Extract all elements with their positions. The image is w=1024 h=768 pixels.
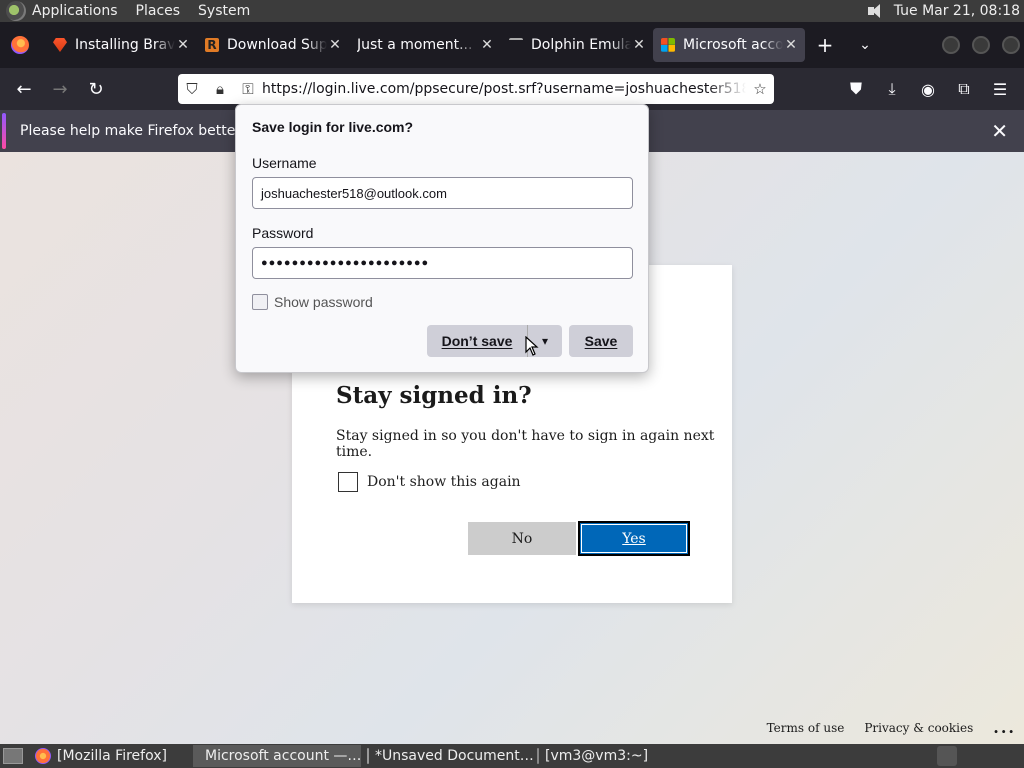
- privacy-cookies-link[interactable]: Privacy & cookies: [864, 721, 973, 735]
- tab-close-icon[interactable]: ✕: [327, 37, 343, 53]
- tab-title: Microsoft accou: [683, 37, 783, 53]
- username-value[interactable]: joshuachester518@outlook.com: [261, 186, 447, 201]
- taskbar-item-microsoft-account[interactable]: Microsoft account —…: [193, 745, 361, 767]
- clock[interactable]: Tue Mar 21, 08:18: [894, 3, 1020, 19]
- save-login-popup: Save login for live.com? Username joshua…: [235, 104, 649, 373]
- back-arrow-icon[interactable]: ←: [6, 79, 42, 100]
- dont-show-again-label[interactable]: Don't show this again: [367, 474, 521, 490]
- shield-icon[interactable]: ⛉: [178, 80, 206, 98]
- menu-applications[interactable]: Applications: [32, 3, 118, 19]
- save-button[interactable]: Save: [569, 325, 633, 357]
- tab-title: Installing Brave: [75, 37, 175, 53]
- tab-close-icon[interactable]: ✕: [631, 37, 647, 53]
- tab-close-icon[interactable]: ✕: [783, 37, 799, 53]
- page-footer: Terms of use Privacy & cookies ...: [767, 718, 1016, 737]
- taskbar-item-text-editor[interactable]: *Unsaved Document…: [361, 745, 534, 767]
- dont-save-button[interactable]: Don’t save ▾: [427, 325, 562, 357]
- taskbar: [Mozilla Firefox] Microsoft account —… *…: [0, 744, 1024, 768]
- terminal-icon: [537, 748, 539, 764]
- terms-of-use-link[interactable]: Terms of use: [767, 721, 845, 735]
- tab-just-a-moment[interactable]: Just a moment... ✕: [349, 28, 501, 62]
- tab-title: Download Super: [227, 37, 327, 53]
- firefox-icon[interactable]: [11, 36, 29, 54]
- reload-icon[interactable]: ↻: [78, 79, 114, 100]
- show-password-row[interactable]: Show password: [252, 294, 373, 310]
- card-description: Stay signed in so you don't have to sign…: [336, 428, 715, 460]
- close-window-icon[interactable]: [1002, 36, 1020, 54]
- taskbar-item-terminal[interactable]: [vm3@vm3:~]: [531, 745, 651, 767]
- forward-arrow-icon[interactable]: →: [42, 79, 78, 100]
- tab-dolphin-emulator[interactable]: Dolphin Emulato ✕: [501, 28, 653, 62]
- new-tab-plus-icon[interactable]: +: [805, 33, 845, 57]
- brave-icon: [53, 38, 67, 52]
- tab-close-icon[interactable]: ✕: [479, 37, 495, 53]
- menu-places[interactable]: Places: [136, 3, 181, 19]
- tab-download-super[interactable]: R Download Super ✕: [197, 28, 349, 62]
- bookmark-star-icon[interactable]: ☆: [746, 80, 774, 98]
- mouse-cursor-icon: [525, 336, 539, 356]
- dont-save-label[interactable]: Don’t save: [427, 333, 527, 349]
- key-icon[interactable]: ⚿: [234, 80, 262, 98]
- tab-bar: Installing Brave ✕ R Download Super ✕ Ju…: [0, 22, 1024, 68]
- taskbar-label: [vm3@vm3:~]: [545, 748, 649, 764]
- url-text[interactable]: https://login.live.com/ppsecure/post.srf…: [262, 81, 746, 97]
- show-password-label[interactable]: Show password: [274, 294, 373, 310]
- firefox-tray-icon[interactable]: [937, 746, 957, 766]
- dont-show-again-checkbox[interactable]: [338, 472, 358, 492]
- show-desktop-icon[interactable]: [3, 748, 23, 764]
- username-label: Username: [252, 155, 317, 171]
- password-field[interactable]: ●●●●●●●●●●●●●●●●●●●●●●: [252, 247, 633, 279]
- notification-accent: [2, 113, 6, 149]
- popup-title: Save login for live.com?: [252, 119, 414, 135]
- tab-installing-brave[interactable]: Installing Brave ✕: [45, 28, 197, 62]
- list-all-tabs-chevron-icon[interactable]: ⌄: [845, 37, 885, 53]
- dont-show-again-row[interactable]: Don't show this again: [338, 472, 521, 492]
- microsoft-icon: [661, 38, 675, 52]
- lock-icon[interactable]: 🔒︎: [206, 80, 234, 98]
- firefox-icon: [35, 748, 51, 764]
- password-label: Password: [252, 225, 314, 241]
- taskbar-label: *Unsaved Document…: [375, 748, 534, 764]
- maximize-icon[interactable]: [972, 36, 990, 54]
- taskbar-item-firefox[interactable]: [Mozilla Firefox]: [29, 745, 193, 767]
- downloads-icon[interactable]: ⤓: [874, 79, 910, 99]
- tab-close-icon[interactable]: ✕: [175, 37, 191, 53]
- gnome-logo-icon[interactable]: [6, 1, 26, 21]
- card-heading: Stay signed in?: [336, 382, 532, 409]
- tab-title: Just a moment...: [357, 37, 473, 53]
- minimize-icon[interactable]: [942, 36, 960, 54]
- menu-system[interactable]: System: [198, 3, 250, 19]
- dolphin-icon: [509, 38, 523, 52]
- tab-title: Dolphin Emulato: [531, 37, 631, 53]
- hamburger-menu-icon[interactable]: ☰: [982, 80, 1018, 99]
- more-options-icon[interactable]: ...: [993, 718, 1016, 737]
- taskbar-label: Microsoft account —…: [205, 748, 362, 764]
- url-bar[interactable]: ⛉ 🔒︎ ⚿ https://login.live.com/ppsecure/p…: [178, 74, 774, 104]
- show-password-checkbox[interactable]: [252, 294, 268, 310]
- taskbar-label: [Mozilla Firefox]: [57, 748, 167, 764]
- yes-button[interactable]: Yes: [578, 521, 690, 556]
- top-panel: Applications Places System Tue Mar 21, 0…: [0, 0, 1024, 22]
- text-editor-icon: [367, 748, 369, 764]
- username-field[interactable]: joshuachester518@outlook.com: [252, 177, 633, 209]
- r-icon: R: [205, 38, 219, 52]
- extensions-icon[interactable]: ⧉: [946, 79, 982, 99]
- no-button[interactable]: No: [468, 522, 576, 555]
- pocket-icon[interactable]: ⛊: [838, 79, 874, 99]
- volume-icon[interactable]: [866, 3, 886, 19]
- tab-microsoft-account[interactable]: Microsoft accou ✕: [653, 28, 805, 62]
- notification-close-icon[interactable]: ✕: [991, 119, 1008, 143]
- account-icon[interactable]: ◉: [910, 80, 946, 99]
- password-value[interactable]: ●●●●●●●●●●●●●●●●●●●●●●: [261, 257, 429, 269]
